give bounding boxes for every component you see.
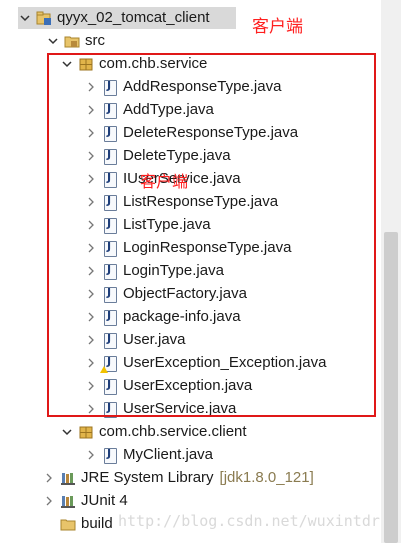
java-file-row[interactable]: UserService.java <box>84 398 236 420</box>
package-label: com.chb.service <box>99 55 208 72</box>
file-label: DeleteType.java <box>123 147 231 164</box>
library-version: [jdk1.8.0_121] <box>219 469 314 486</box>
project-label: qyyx_02_tomcat_client <box>57 9 210 26</box>
client-annotation: 客户端 <box>252 17 303 37</box>
file-label: package-info.java <box>123 308 241 325</box>
java-file-row[interactable]: UserException_Exception.java <box>84 352 326 374</box>
collapse-chevron-icon[interactable] <box>84 149 98 163</box>
file-label: LoginResponseType.java <box>123 239 292 256</box>
junit-library-row[interactable]: JUnit 4 <box>42 490 128 512</box>
library-icon <box>60 470 76 486</box>
vertical-scrollbar[interactable] <box>381 0 401 543</box>
package-icon <box>78 56 94 72</box>
java-file-icon <box>102 378 118 395</box>
java-file-icon <box>102 286 118 303</box>
file-label: LoginType.java <box>123 262 224 279</box>
java-file-row[interactable]: DeleteResponseType.java <box>84 122 298 144</box>
collapse-chevron-icon[interactable] <box>84 195 98 209</box>
java-file-icon <box>102 217 118 234</box>
java-file-row[interactable]: ListResponseType.java <box>84 191 278 213</box>
jre-library-row[interactable]: JRE System Library [jdk1.8.0_121] <box>42 467 314 489</box>
java-file-icon <box>102 125 118 142</box>
file-label: User.java <box>123 331 186 348</box>
package-row[interactable]: com.chb.service <box>60 53 207 75</box>
expand-chevron-icon[interactable] <box>18 11 32 25</box>
client-annotation-box: 客户端 <box>140 172 189 191</box>
java-file-icon <box>102 309 118 326</box>
collapse-chevron-icon[interactable] <box>84 241 98 255</box>
java-file-row[interactable]: ObjectFactory.java <box>84 283 247 305</box>
java-project-icon <box>36 10 52 26</box>
build-label: build <box>81 515 113 532</box>
java-file-icon <box>102 240 118 257</box>
folder-icon <box>60 516 76 532</box>
project-row[interactable]: qyyx_02_tomcat_client <box>18 7 236 29</box>
collapse-chevron-icon[interactable] <box>84 172 98 186</box>
java-file-row[interactable]: package-info.java <box>84 306 241 328</box>
collapse-chevron-icon[interactable] <box>84 103 98 117</box>
java-file-warning-icon <box>100 355 118 373</box>
java-file-icon <box>102 263 118 280</box>
scrollbar-thumb[interactable] <box>384 232 398 543</box>
java-file-row[interactable]: LoginType.java <box>84 260 224 282</box>
library-icon <box>60 493 76 509</box>
collapse-chevron-icon[interactable] <box>42 494 56 508</box>
file-label: MyClient.java <box>123 446 214 463</box>
collapse-chevron-icon[interactable] <box>84 287 98 301</box>
java-file-row[interactable]: ListType.java <box>84 214 211 236</box>
collapse-chevron-icon[interactable] <box>42 471 56 485</box>
source-folder-icon <box>64 33 80 49</box>
java-file-row[interactable]: User.java <box>84 329 186 351</box>
java-file-row[interactable]: UserException.java <box>84 375 252 397</box>
file-label: ListType.java <box>123 216 211 233</box>
collapse-chevron-icon[interactable] <box>84 310 98 324</box>
build-folder-row[interactable]: build <box>60 513 113 535</box>
collapse-chevron-icon[interactable] <box>84 402 98 416</box>
collapse-chevron-icon[interactable] <box>84 80 98 94</box>
collapse-chevron-icon[interactable] <box>84 126 98 140</box>
java-file-icon <box>102 148 118 165</box>
expand-chevron-icon[interactable] <box>46 34 60 48</box>
java-file-row[interactable]: LoginResponseType.java <box>84 237 291 259</box>
project-explorer-tree: qyyx_02_tomcat_client 客户端 src com.chb.se… <box>0 0 389 543</box>
file-label: UserService.java <box>123 400 237 417</box>
collapse-chevron-icon[interactable] <box>84 264 98 278</box>
collapse-chevron-icon[interactable] <box>84 448 98 462</box>
package-row[interactable]: com.chb.service.client <box>60 421 247 443</box>
java-file-row[interactable]: DeleteType.java <box>84 145 231 167</box>
file-label: UserException_Exception.java <box>123 354 327 371</box>
java-file-icon <box>102 79 118 96</box>
java-file-icon <box>102 447 118 464</box>
collapse-chevron-icon[interactable] <box>84 356 98 370</box>
expand-chevron-icon[interactable] <box>60 425 74 439</box>
java-file-row[interactable]: AddResponseType.java <box>84 76 281 98</box>
file-label: AddResponseType.java <box>123 78 282 95</box>
java-file-row[interactable]: MyClient.java <box>84 444 213 466</box>
file-label: DeleteResponseType.java <box>123 124 299 141</box>
file-label: ObjectFactory.java <box>123 285 247 302</box>
file-label: AddType.java <box>123 101 214 118</box>
collapse-chevron-icon[interactable] <box>84 333 98 347</box>
java-file-icon <box>102 401 118 418</box>
file-label: ListResponseType.java <box>123 193 279 210</box>
library-label: JRE System Library <box>81 469 214 486</box>
file-label: UserException.java <box>123 377 253 394</box>
library-label: JUnit 4 <box>81 492 128 509</box>
collapse-chevron-icon[interactable] <box>84 218 98 232</box>
java-file-icon <box>102 102 118 119</box>
package-icon <box>78 424 94 440</box>
java-file-icon <box>102 332 118 349</box>
src-folder-row[interactable]: src <box>46 30 105 52</box>
watermark: http://blog.csdn.net/wuxintdrh <box>118 512 389 530</box>
package-label: com.chb.service.client <box>99 423 247 440</box>
java-file-icon <box>102 194 118 211</box>
expand-chevron-icon[interactable] <box>60 57 74 71</box>
java-file-row[interactable]: AddType.java <box>84 99 214 121</box>
src-label: src <box>85 32 105 49</box>
java-file-icon <box>102 171 118 188</box>
collapse-chevron-icon[interactable] <box>84 379 98 393</box>
